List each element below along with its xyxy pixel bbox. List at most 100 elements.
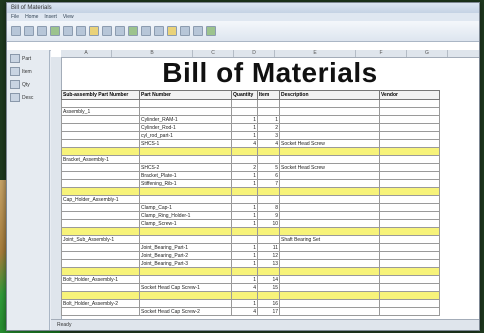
table-row[interactable] [61, 291, 440, 300]
table-cell[interactable] [139, 147, 232, 156]
table-cell[interactable]: 1 [231, 203, 258, 212]
table-cell[interactable] [379, 171, 440, 180]
table-cell[interactable] [379, 235, 440, 244]
table-cell[interactable] [379, 99, 440, 108]
table-cell[interactable]: Socket Head Cap Screw-1 [139, 283, 232, 292]
table-row[interactable]: Bracket_Plate-1 1 6 [61, 171, 440, 180]
table-cell[interactable] [279, 283, 380, 292]
table-cell[interactable] [379, 187, 440, 196]
table-cell[interactable] [61, 123, 140, 132]
table-cell[interactable] [257, 267, 280, 276]
table-cell[interactable]: 1 [257, 115, 280, 124]
table-cell[interactable]: 15 [257, 283, 280, 292]
table-cell[interactable] [279, 291, 380, 300]
table-cell[interactable]: 9 [257, 211, 280, 220]
table-cell[interactable]: Bolt_Holder_Assembly-1 [61, 275, 140, 284]
tab-file[interactable]: File [11, 13, 19, 21]
table-cell[interactable]: 16 [257, 299, 280, 308]
table-cell[interactable] [379, 179, 440, 188]
table-cell[interactable]: 1 [231, 211, 258, 220]
table-cell[interactable]: 10 [257, 219, 280, 228]
table-cell[interactable] [61, 115, 140, 124]
table-cell[interactable] [61, 251, 140, 260]
table-cell[interactable]: Joint_Sub_Assembly-1 [61, 235, 140, 244]
cut-icon[interactable] [63, 26, 73, 36]
table-cell[interactable] [257, 187, 280, 196]
bold-icon[interactable] [102, 26, 112, 36]
table-cell[interactable] [61, 267, 140, 276]
table-row[interactable]: Bolt_Holder_Assembly-1 1 14 [61, 275, 440, 284]
table-cell[interactable] [379, 251, 440, 260]
table-cell[interactable] [139, 155, 232, 164]
table-cell[interactable] [231, 155, 258, 164]
table-cell[interactable]: 1 [231, 131, 258, 140]
table-cell[interactable] [139, 267, 232, 276]
table-cell[interactable] [279, 179, 380, 188]
format-icon[interactable] [128, 26, 138, 36]
table-cell[interactable]: 8 [257, 203, 280, 212]
table-cell[interactable] [379, 147, 440, 156]
table-cell[interactable]: Bracket_Plate-1 [139, 171, 232, 180]
table-cell[interactable] [379, 139, 440, 148]
column-header[interactable]: B [112, 50, 193, 57]
open-icon[interactable] [24, 26, 34, 36]
table-cell[interactable]: Joint_Bearing_Part-3 [139, 259, 232, 268]
table-cell[interactable]: SHCS-1 [139, 139, 232, 148]
table-cell[interactable] [279, 227, 380, 236]
copy-icon[interactable] [76, 26, 86, 36]
table-row[interactable]: Clamp_Cap-1 1 8 [61, 203, 440, 212]
table-cell[interactable] [257, 147, 280, 156]
table-row[interactable]: SHCS-1 4 4 Socket Head Screw [61, 139, 440, 148]
table-cell[interactable]: 11 [257, 243, 280, 252]
table-cell[interactable] [257, 107, 280, 116]
column-header[interactable]: F [356, 50, 407, 57]
table-cell[interactable] [279, 211, 380, 220]
table-cell[interactable] [379, 307, 440, 316]
table-cell[interactable] [61, 131, 140, 140]
table-cell[interactable]: SHCS-2 [139, 163, 232, 172]
table-cell[interactable] [257, 235, 280, 244]
table-cell[interactable]: 1 [231, 123, 258, 132]
header-part-number[interactable]: Part Number [139, 90, 232, 100]
table-cell[interactable] [61, 99, 140, 108]
table-cell[interactable] [231, 147, 258, 156]
table-cell[interactable] [257, 99, 280, 108]
table-cell[interactable] [139, 275, 232, 284]
table-cell[interactable] [279, 131, 380, 140]
panel-item-item[interactable]: Item [10, 67, 46, 76]
table-cell[interactable] [279, 243, 380, 252]
table-row[interactable]: Joint_Bearing_Part-3 1 13 [61, 259, 440, 268]
table-row[interactable]: SHCS-2 2 5 Socket Head Screw [61, 163, 440, 172]
table-cell[interactable] [61, 203, 140, 212]
new-icon[interactable] [11, 26, 21, 36]
table-cell[interactable] [279, 203, 380, 212]
table-cell[interactable]: Shaft Bearing Set [279, 235, 380, 244]
table-cell[interactable]: Bracket_Assembly-1 [61, 155, 140, 164]
table-cell[interactable] [379, 299, 440, 308]
table-cell[interactable]: 1 [231, 275, 258, 284]
table-cell[interactable] [279, 123, 380, 132]
table-cell[interactable] [379, 227, 440, 236]
table-cell[interactable]: 3 [257, 131, 280, 140]
insert-icon[interactable] [50, 26, 60, 36]
table-row[interactable]: Socket Head Cap Screw-2 4 17 [61, 307, 440, 316]
table-cell[interactable]: 4 [231, 139, 258, 148]
table-cell[interactable] [379, 163, 440, 172]
table-cell[interactable] [231, 235, 258, 244]
table-cell[interactable]: 4 [257, 139, 280, 148]
italic-icon[interactable] [115, 26, 125, 36]
table-cell[interactable] [61, 187, 140, 196]
table-cell[interactable] [139, 107, 232, 116]
table-cell[interactable] [139, 187, 232, 196]
table-cell[interactable] [379, 203, 440, 212]
table-cell[interactable]: 1 [231, 171, 258, 180]
table-cell[interactable] [257, 155, 280, 164]
header-subassembly[interactable]: Sub-assembly Part Number [61, 90, 140, 100]
fill-color-icon[interactable] [167, 26, 177, 36]
table-cell[interactable] [279, 147, 380, 156]
table-cell[interactable] [61, 171, 140, 180]
table-row[interactable]: Assembly_1 [61, 107, 440, 116]
table-cell[interactable] [279, 99, 380, 108]
table-row[interactable]: Joint_Sub_Assembly-1 Shaft Bearing Set [61, 235, 440, 244]
table-cell[interactable] [61, 219, 140, 228]
